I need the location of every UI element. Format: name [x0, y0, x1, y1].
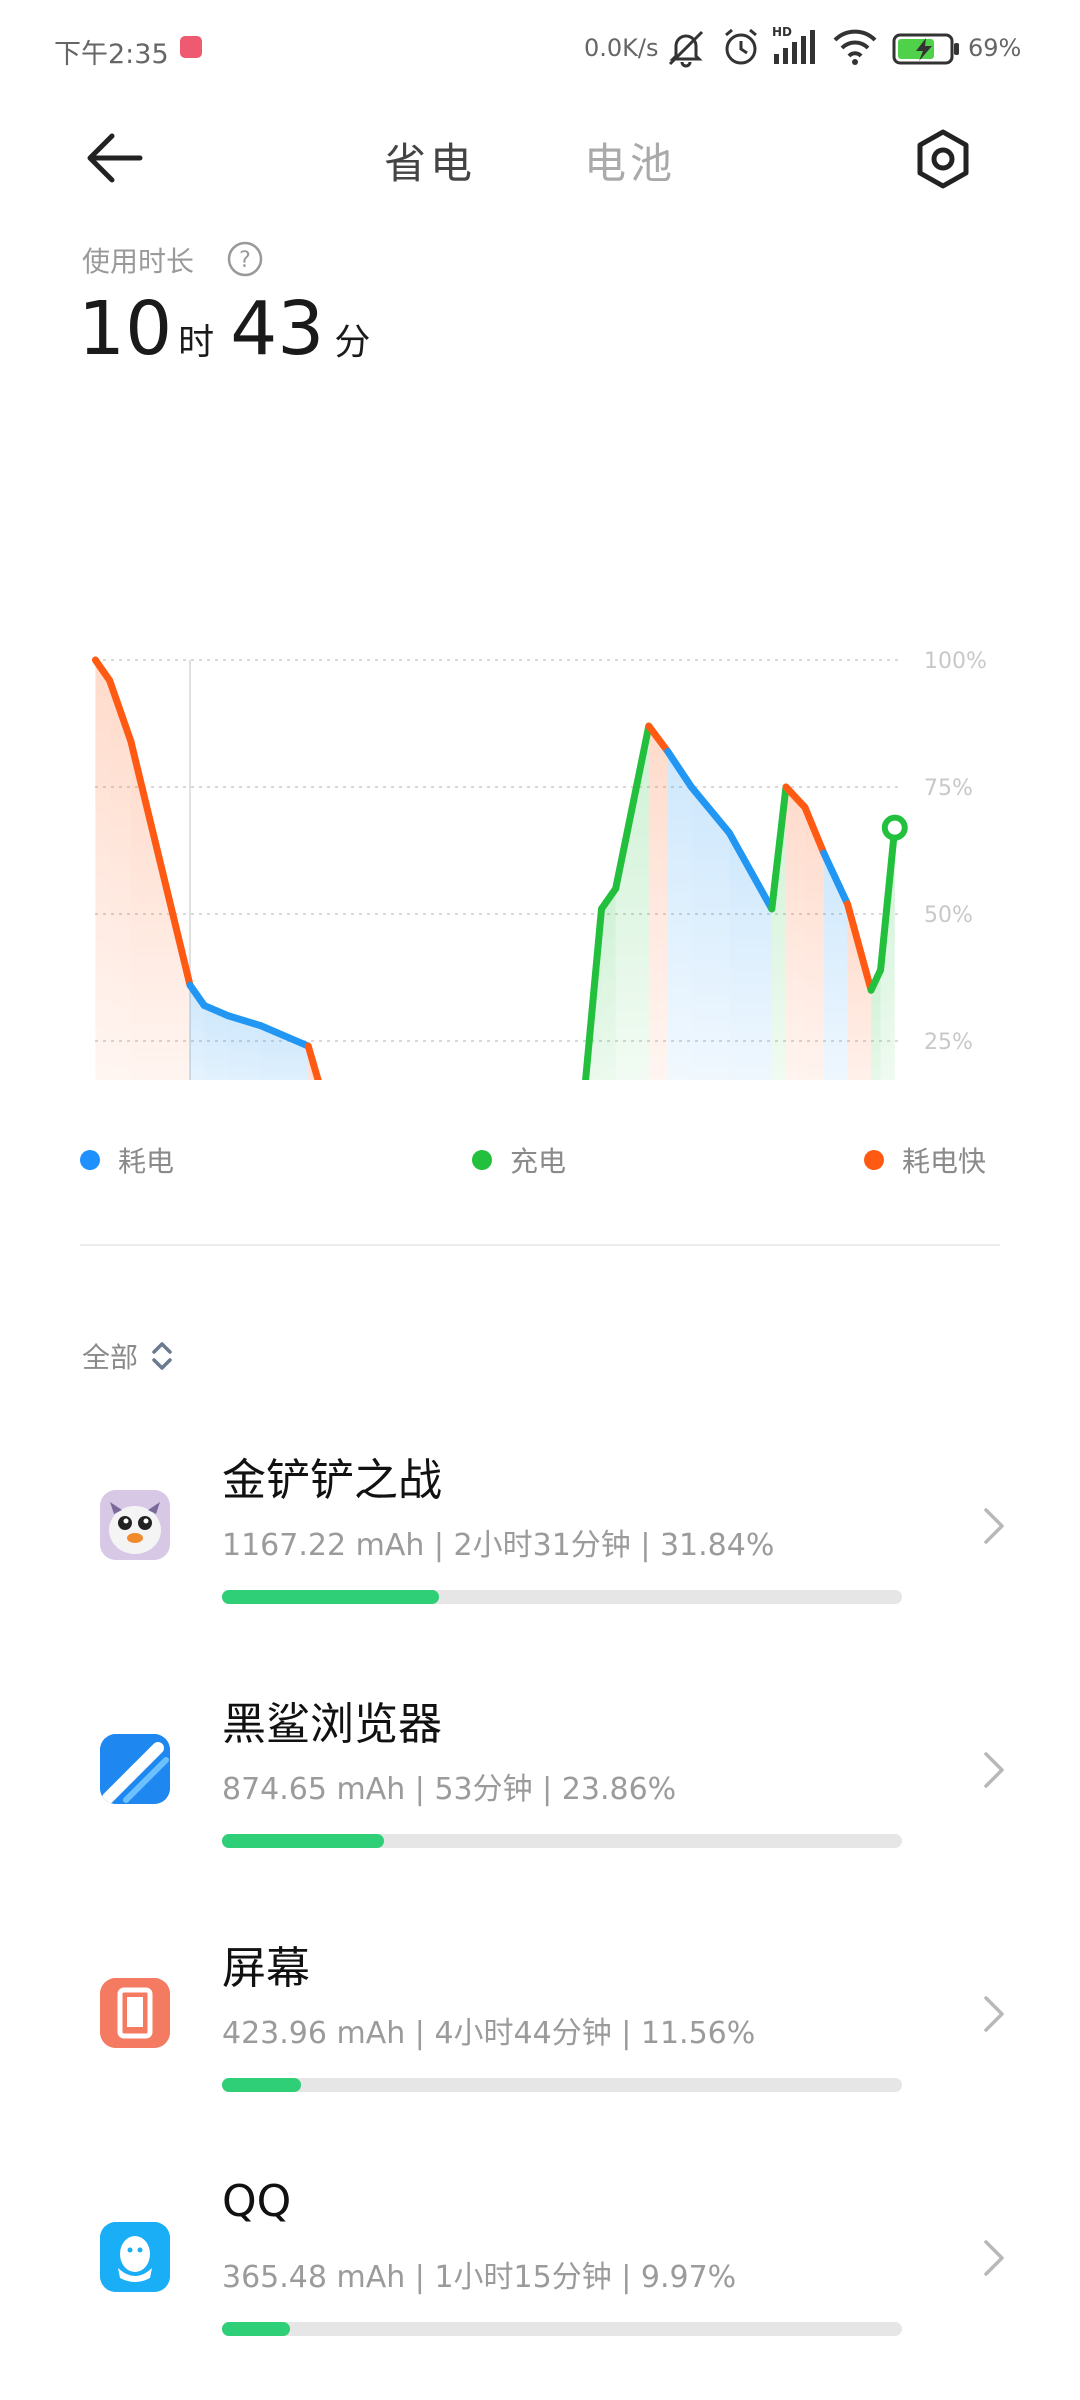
browser-icon [100, 1734, 170, 1804]
app-name: 屏幕 [222, 1943, 310, 1994]
usage-bar-fill [222, 2078, 301, 2092]
app-name: 黑鲨浏览器 [222, 1699, 442, 1750]
area-segment [847, 903, 872, 1080]
list-item-app-3[interactable]: QQ 365.48 mAh | 1小时15分钟 | 9.97% [0, 2152, 1080, 2382]
y-tick-label: 50% [924, 903, 973, 928]
tab-power-saving[interactable]: 省电 [384, 130, 476, 191]
filter-dropdown[interactable]: 全部 [82, 1336, 176, 1376]
legend-drain-dot [80, 1150, 100, 1170]
usage-bar-fill [222, 1834, 385, 1848]
divider [80, 1244, 1000, 1246]
area-segment [648, 726, 668, 1080]
usage-hours-unit: 时 [178, 322, 215, 363]
legend-fast-label: 耗电快 [902, 1145, 987, 1178]
chevron-right-icon [984, 1508, 1004, 1544]
battery-charging-icon [892, 33, 959, 65]
app-name: QQ [222, 2176, 292, 2227]
alarm-icon [725, 28, 757, 65]
usage-bar-track [222, 1834, 902, 1848]
app-stats: 365.48 mAh | 1小时15分钟 | 9.97% [222, 2260, 737, 2295]
tab-battery[interactable]: 电池 [584, 130, 676, 191]
list-item-app-1[interactable]: 黑鲨浏览器 874.65 mAh | 53分钟 | 23.86% [0, 1664, 1080, 1894]
status-time: 下午2:35 [54, 39, 169, 70]
penguin-game-icon [100, 1490, 170, 1560]
svg-text:?: ? [239, 248, 251, 273]
usage-duration: 10 时 43 分 [78, 286, 370, 372]
y-tick-label: 100% [924, 649, 987, 674]
svg-text:HD: HD [772, 25, 792, 39]
app-stats: 423.96 mAh | 4小时44分钟 | 11.56% [222, 2016, 756, 2051]
legend-charge-dot [472, 1150, 492, 1170]
filter-label: 全部 [82, 1341, 139, 1374]
usage-bar-fill [222, 2322, 290, 2336]
chevron-right-icon [984, 1996, 1004, 2032]
legend-fast-dot [864, 1150, 884, 1170]
sort-updown-icon [152, 1342, 172, 1370]
legend-charge-label: 充电 [510, 1145, 567, 1178]
net-speed: 0.0K/s [584, 34, 659, 62]
usage-minutes: 43 [230, 286, 325, 372]
status-bar: 下午2:35 0.0K/s HD 69% [0, 0, 1080, 100]
app-name: 金铲铲之战 [222, 1455, 442, 1506]
usage-bar-fill [222, 1590, 439, 1604]
app-stats: 1167.22 mAh | 2小时31分钟 | 31.84% [222, 1528, 775, 1563]
battery-percent: 69% [968, 34, 1022, 62]
app-stats: 874.65 mAh | 53分钟 | 23.86% [222, 1772, 677, 1807]
current-level-marker [881, 814, 908, 841]
y-tick-label: 75% [924, 776, 973, 801]
legend-drain-label: 耗电 [118, 1145, 175, 1178]
battery-level-chart: 100%75%50%25%0%036912现在 [91, 649, 987, 1080]
wifi-icon [833, 29, 877, 65]
signal-hd-icon: HD [772, 25, 815, 64]
usage-hours: 10 [78, 286, 173, 372]
usage-minutes-unit: 分 [334, 322, 371, 363]
chevron-right-icon [984, 2240, 1004, 2276]
usage-bar-track [222, 2078, 902, 2092]
back-arrow-icon[interactable] [82, 130, 146, 186]
area-segment [785, 787, 805, 1080]
qq-penguin-icon [100, 2222, 170, 2292]
area-segment [823, 853, 848, 1080]
area-segment [667, 751, 692, 1080]
chevron-right-icon [984, 1752, 1004, 1788]
list-item-app-2[interactable]: 屏幕 423.96 mAh | 4小时44分钟 | 11.56% [0, 1908, 1080, 2138]
mute-icon [668, 30, 704, 68]
usage-bar-track [222, 1590, 902, 1604]
area-segment [615, 726, 649, 1080]
notification-app-icon [180, 36, 202, 58]
area-segment [95, 660, 110, 1080]
screen-icon [100, 1978, 170, 2048]
help-icon[interactable]: ? [226, 240, 264, 278]
legend-fast-drain: 耗电快 [864, 1140, 986, 1180]
legend-drain: 耗电 [80, 1140, 174, 1180]
legend-charge: 充电 [472, 1140, 566, 1180]
usage-label: 使用时长 [82, 245, 195, 278]
settings-gear-icon[interactable] [914, 128, 972, 190]
list-item-app-0[interactable]: 金铲铲之战 1167.22 mAh | 2小时31分钟 | 31.84% [0, 1420, 1080, 1650]
y-tick-label: 25% [924, 1030, 973, 1055]
usage-bar-track [222, 2322, 902, 2336]
